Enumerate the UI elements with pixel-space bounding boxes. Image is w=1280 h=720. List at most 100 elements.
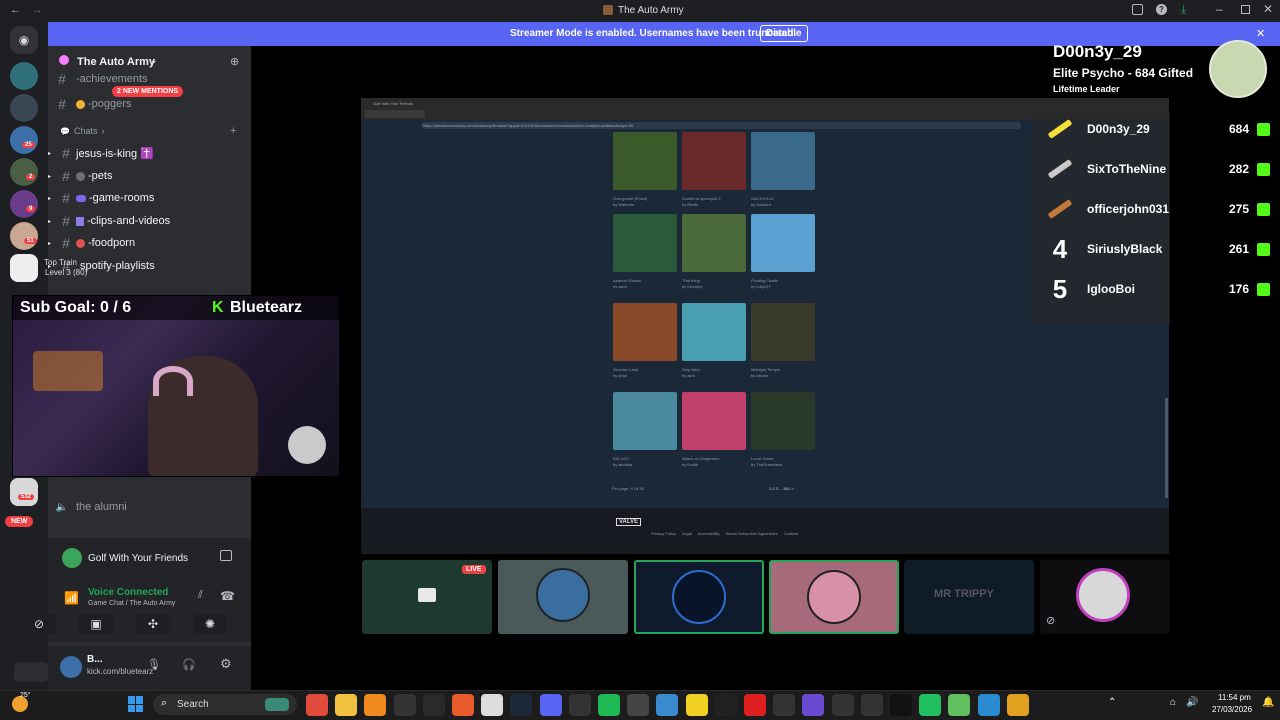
chevron-down-icon[interactable]: ⌄ <box>150 55 158 66</box>
workshop-item-title[interactable]: WACKVILLE <box>751 196 821 201</box>
add-member-icon[interactable]: ⊕ <box>230 55 239 68</box>
proton-icon[interactable] <box>802 694 825 716</box>
stream-tile-screen[interactable]: LIVE <box>362 560 492 634</box>
footer-link[interactable]: Accessibility <box>698 531 720 536</box>
footer-link[interactable]: Legal <box>682 531 692 536</box>
user-name[interactable]: B... <box>87 654 103 665</box>
camera-off-button[interactable] <box>14 662 48 682</box>
stream-tile-igloo[interactable] <box>498 560 628 634</box>
server-icon-5[interactable] <box>10 190 38 218</box>
workshop-thumbnail[interactable] <box>613 303 677 361</box>
server-icon-3[interactable] <box>10 126 38 154</box>
server-name[interactable]: The Auto Army <box>77 56 155 68</box>
signal-icon[interactable]: 📶 <box>64 591 79 605</box>
noise-suppression-icon[interactable]: ⫽ <box>198 589 203 602</box>
disconnect-icon[interactable]: ☎ <box>220 589 235 603</box>
workshop-item-title[interactable]: Overgrowth (Fixed) <box>613 196 683 201</box>
gitkraken-icon[interactable] <box>393 694 416 716</box>
voice-location[interactable]: Game Chat / The Auto Army <box>88 600 175 607</box>
steam-icon[interactable] <box>510 694 533 716</box>
photos-icon[interactable] <box>656 694 679 716</box>
clock-date[interactable]: 27/03/2026 <box>1212 705 1252 714</box>
workshop-item-title[interactable]: Attack on Gingermen <box>682 456 752 461</box>
workshop-thumbnail[interactable] <box>751 214 815 272</box>
back-arrow-icon[interactable]: ← <box>10 4 21 16</box>
opera-icon[interactable] <box>744 694 766 716</box>
stream-tile-kitsu[interactable]: ⊘ <box>1040 560 1170 634</box>
maximize-button[interactable] <box>1241 5 1250 14</box>
activity-icon[interactable] <box>220 550 232 561</box>
discord-home-icon[interactable]: ◉ <box>10 26 38 54</box>
vlc-icon[interactable] <box>364 694 387 716</box>
workshop-thumbnail[interactable] <box>613 214 677 272</box>
voice-status[interactable]: Voice Connected <box>88 587 168 598</box>
mic-icon[interactable]: 🎙 <box>147 658 161 671</box>
headphones-icon[interactable]: 🎧 <box>182 658 196 671</box>
workshop-thumbnail[interactable] <box>682 392 746 450</box>
app-icon[interactable] <box>948 694 971 716</box>
footer-link[interactable]: Privacy Policy <box>651 531 676 536</box>
workshop-item-title[interactable]: Floating Castle <box>751 278 821 283</box>
workshop-item-title[interactable]: That thing <box>682 278 752 283</box>
inbox-icon[interactable] <box>1132 4 1143 15</box>
activities-button[interactable]: ✣ <box>136 614 170 634</box>
voice-channel-alumni[interactable]: 🔈 the alumni <box>48 496 251 518</box>
workshop-item-title[interactable]: Midnight Temple <box>751 367 821 372</box>
workshop-thumbnail[interactable] <box>751 392 815 450</box>
workshop-thumbnail[interactable] <box>682 132 746 190</box>
workshop-thumbnail[interactable] <box>682 214 746 272</box>
obs-icon[interactable] <box>568 694 591 716</box>
medal-icon[interactable] <box>860 694 883 716</box>
workshop-item-title[interactable]: Graffiti na sposopkit 2 <box>682 196 752 201</box>
notification-icon[interactable]: 🔔 <box>1262 697 1274 708</box>
server-icon-6[interactable] <box>10 222 38 250</box>
clock-time[interactable]: 11:54 pm <box>1218 693 1251 702</box>
footer-link[interactable]: Steam Subscriber Agreement <box>726 531 778 536</box>
workshop-thumbnail[interactable] <box>613 392 677 450</box>
pager[interactable]: 1 2 3 ... 841 > <box>769 486 794 491</box>
server-icon-4[interactable] <box>10 158 38 186</box>
help-icon[interactable]: ? <box>1156 4 1167 15</box>
forward-arrow-icon[interactable]: → <box>32 4 43 16</box>
stream-tile-bluetearz[interactable] <box>634 560 764 634</box>
server-icon-7[interactable] <box>10 254 38 282</box>
chrome-icon[interactable] <box>306 694 328 716</box>
channel-pets[interactable]: ▸ # -pets <box>48 165 251 187</box>
footer-link[interactable]: Cookies <box>784 531 798 536</box>
taskbar-search[interactable]: ⌕ Search <box>153 694 297 715</box>
avatar[interactable] <box>60 656 82 678</box>
scrollbar[interactable] <box>1165 398 1168 498</box>
xbox-icon[interactable] <box>627 694 650 716</box>
start-button[interactable] <box>128 696 144 712</box>
file-explorer-icon[interactable] <box>335 694 358 716</box>
workshop-thumbnail[interactable] <box>613 132 677 190</box>
workshop-item-title[interactable]: Asteroid Station <box>613 278 683 283</box>
ea-icon[interactable] <box>831 694 854 716</box>
workshop-item-title[interactable]: Lunar Green <box>751 456 821 461</box>
discord-icon[interactable] <box>539 694 562 716</box>
vpn-icon[interactable] <box>977 694 1000 716</box>
sticky-notes-icon[interactable] <box>685 694 708 716</box>
tiktok-icon[interactable] <box>890 694 912 716</box>
category-chats[interactable]: 💬 Chats › + <box>48 123 251 139</box>
channel-achievements[interactable]: # -achievements <box>48 72 251 86</box>
server-icon-2[interactable] <box>10 94 38 122</box>
tf-icon[interactable] <box>773 694 796 716</box>
workshop-item-title[interactable]: Slap Alley <box>682 367 752 372</box>
workshop-thumbnail[interactable] <box>751 303 815 361</box>
channel-jesus-is-king[interactable]: ▸ # jesus-is-king ✝️ <box>48 142 251 164</box>
minimize-button[interactable]: – <box>1216 2 1223 16</box>
workshop-thumbnail[interactable] <box>682 303 746 361</box>
camera-off-button[interactable]: ⊘ <box>22 614 56 634</box>
volume-icon[interactable]: 🔊 <box>1186 697 1198 708</box>
brave-icon[interactable] <box>452 694 474 716</box>
channel-foodporn[interactable]: ▸ # -foodporn <box>48 232 251 254</box>
close-button[interactable]: ✕ <box>1263 2 1273 16</box>
terminal-icon[interactable] <box>714 694 737 716</box>
server-icon-8[interactable] <box>10 478 38 506</box>
soundboard-button[interactable]: ✺ <box>193 614 227 634</box>
channel-poggers[interactable]: # -poggers <box>48 93 251 115</box>
network-icon[interactable]: ⌂ <box>1170 697 1176 708</box>
workshop-item-title[interactable]: BIG DOJ <box>613 456 683 461</box>
workshop-thumbnail[interactable] <box>751 132 815 190</box>
